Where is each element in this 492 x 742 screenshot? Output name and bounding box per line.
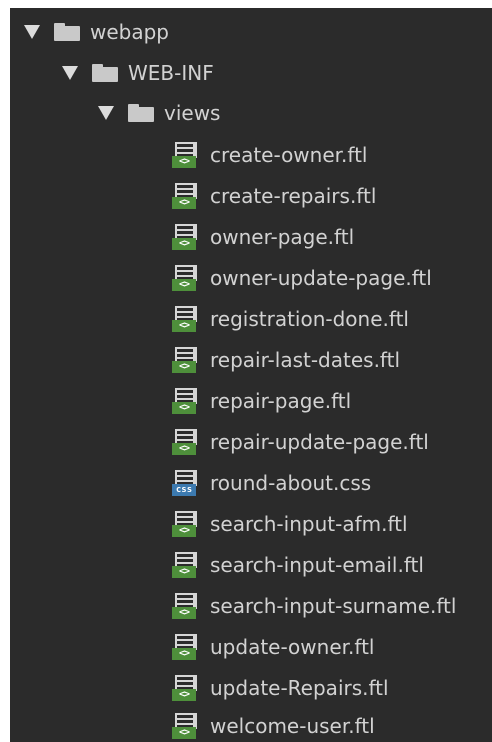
freemarker-file-icon: <>: [172, 675, 202, 701]
freemarker-file-icon: <>: [172, 552, 202, 578]
file-label: repair-update-page.ftl: [210, 430, 429, 454]
tree-folder-web-inf[interactable]: WEB-INF: [10, 53, 492, 93]
folder-icon: [92, 64, 118, 82]
file-label: create-owner.ftl: [210, 143, 368, 167]
file-label: repair-page.ftl: [210, 389, 352, 413]
tree-file[interactable]: <> search-input-afm.ftl: [10, 504, 492, 544]
folder-icon: [128, 104, 154, 122]
tree-file[interactable]: <> repair-last-dates.ftl: [10, 340, 492, 380]
freemarker-file-icon: <>: [172, 713, 202, 739]
freemarker-file-icon: <>: [172, 224, 202, 250]
file-label: owner-page.ftl: [210, 225, 355, 249]
tree-file[interactable]: <> create-owner.ftl: [10, 135, 492, 175]
project-tree: webapp WEB-INF views <> create-owner.ftl…: [10, 8, 492, 742]
freemarker-file-icon: <>: [172, 429, 202, 455]
freemarker-file-icon: <>: [172, 511, 202, 537]
folder-label: views: [164, 101, 221, 125]
freemarker-file-icon: <>: [172, 306, 202, 332]
tree-file[interactable]: <> registration-done.ftl: [10, 299, 492, 339]
tree-file[interactable]: <> owner-page.ftl: [10, 217, 492, 257]
tree-file[interactable]: <> repair-update-page.ftl: [10, 422, 492, 462]
folder-label: webapp: [90, 20, 170, 44]
freemarker-file-icon: <>: [172, 265, 202, 291]
file-label: welcome-user.ftl: [210, 714, 375, 738]
file-label: update-owner.ftl: [210, 635, 375, 659]
freemarker-file-icon: <>: [172, 593, 202, 619]
tree-file[interactable]: <> search-input-email.ftl: [10, 545, 492, 585]
folder-icon: [54, 23, 80, 41]
tree-file[interactable]: <> repair-page.ftl: [10, 381, 492, 421]
tree-folder-webapp[interactable]: webapp: [10, 12, 492, 52]
freemarker-file-icon: <>: [172, 388, 202, 414]
freemarker-file-icon: <>: [172, 183, 202, 209]
file-label: registration-done.ftl: [210, 307, 409, 331]
freemarker-file-icon: <>: [172, 347, 202, 373]
tree-file[interactable]: <> create-repairs.ftl: [10, 176, 492, 216]
tree-file[interactable]: <> search-input-surname.ftl: [10, 586, 492, 626]
file-label: round-about.css: [210, 471, 372, 495]
file-label: search-input-afm.ftl: [210, 512, 408, 536]
expand-arrow-icon[interactable]: [24, 25, 40, 39]
expand-arrow-icon[interactable]: [98, 106, 114, 120]
tree-folder-views[interactable]: views: [10, 93, 492, 133]
folder-label: WEB-INF: [128, 61, 214, 85]
tree-file[interactable]: <> welcome-user.ftl: [10, 706, 492, 742]
tree-file[interactable]: css round-about.css: [10, 463, 492, 503]
freemarker-file-icon: <>: [172, 142, 202, 168]
css-file-icon: css: [172, 470, 202, 496]
file-label: repair-last-dates.ftl: [210, 348, 401, 372]
file-label: owner-update-page.ftl: [210, 266, 432, 290]
expand-arrow-icon[interactable]: [62, 66, 78, 80]
tree-file[interactable]: <> owner-update-page.ftl: [10, 258, 492, 298]
file-label: create-repairs.ftl: [210, 184, 377, 208]
file-label: update-Repairs.ftl: [210, 676, 389, 700]
file-label: search-input-email.ftl: [210, 553, 424, 577]
tree-file[interactable]: <> update-owner.ftl: [10, 627, 492, 667]
tree-file[interactable]: <> update-Repairs.ftl: [10, 668, 492, 708]
freemarker-file-icon: <>: [172, 634, 202, 660]
file-label: search-input-surname.ftl: [210, 594, 457, 618]
